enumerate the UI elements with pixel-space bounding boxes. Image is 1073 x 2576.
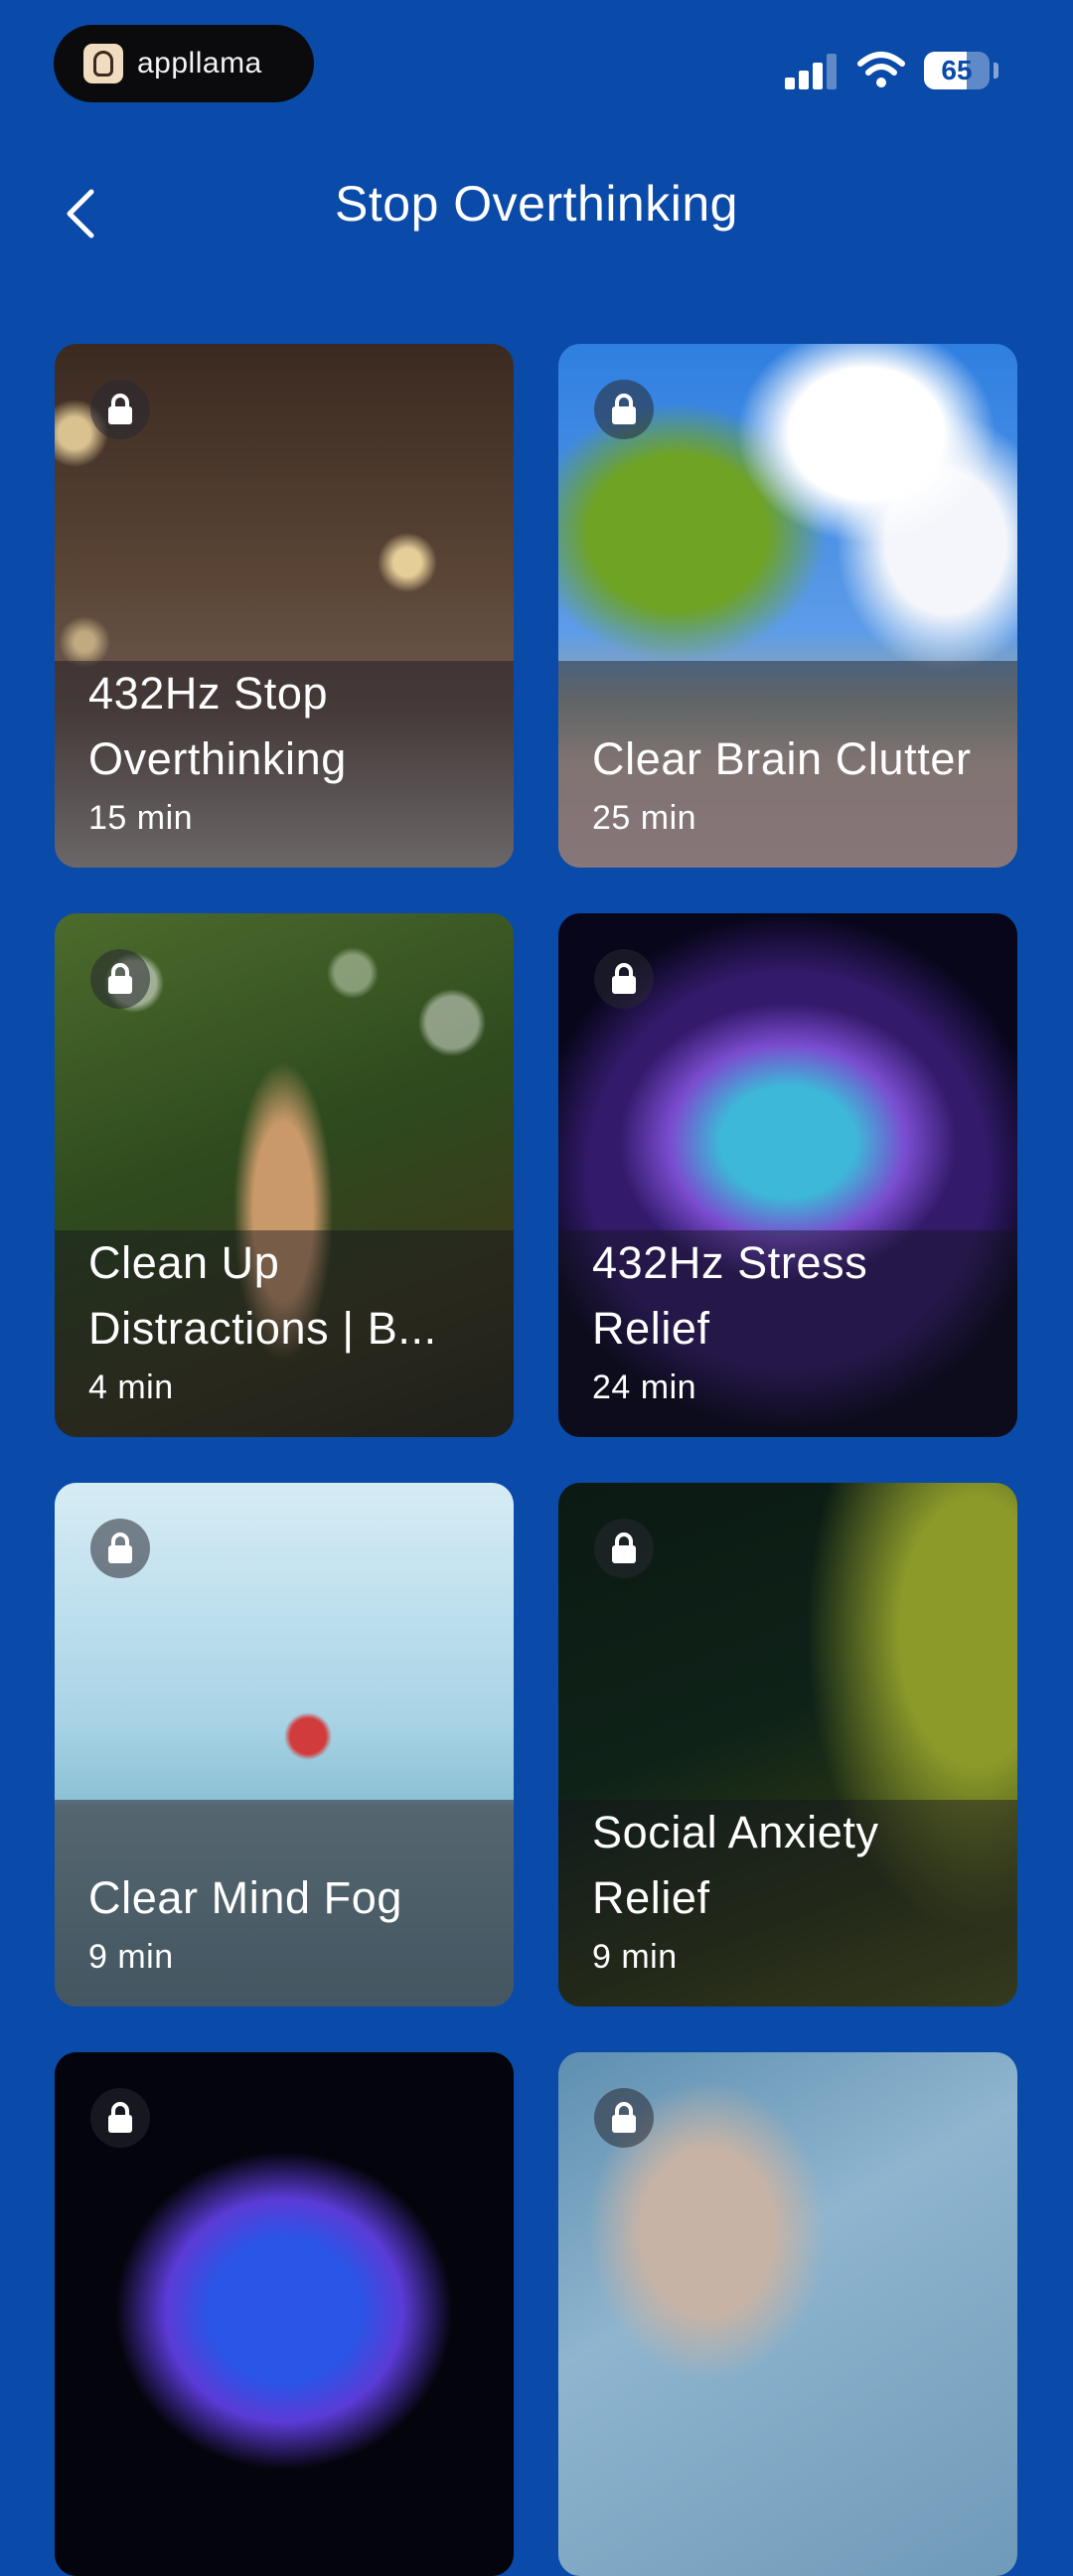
- card-title: Clear Mind Fog: [88, 1872, 403, 1923]
- card-duration: 9 min: [592, 1938, 678, 1976]
- meditation-card[interactable]: Social Anxiety Relief 9 min: [558, 1483, 1017, 2007]
- battery-cap: [994, 63, 998, 79]
- lock-icon: [594, 949, 654, 1009]
- wifi-icon: [857, 52, 905, 87]
- card-title: Social Anxiety Relief: [592, 1807, 879, 1923]
- lock-icon: [90, 2088, 150, 2148]
- meditation-card[interactable]: [55, 2052, 514, 2576]
- brand-name: appllama: [137, 47, 262, 80]
- card-duration: 4 min: [88, 1368, 174, 1406]
- card-title: Clean Up Distractions | B...: [88, 1237, 437, 1354]
- llama-logo-icon: [83, 44, 123, 83]
- lock-icon: [594, 1519, 654, 1578]
- card-title: Clear Brain Clutter: [592, 733, 972, 784]
- lock-icon: [594, 380, 654, 439]
- meditation-card[interactable]: Clean Up Distractions | B... 4 min: [55, 913, 514, 1437]
- lock-icon: [594, 2088, 654, 2148]
- meditation-card[interactable]: Clear Brain Clutter 25 min: [558, 344, 1017, 868]
- card-title: 432Hz Stop Overthinking: [88, 668, 347, 784]
- lock-icon: [90, 949, 150, 1009]
- meditation-card[interactable]: 432Hz Stop Overthinking 15 min: [55, 344, 514, 868]
- page-title: Stop Overthinking: [335, 176, 738, 232]
- brand-pill: appllama: [54, 25, 314, 102]
- lock-icon: [90, 1519, 150, 1578]
- card-duration: 15 min: [88, 799, 194, 837]
- card-duration: 24 min: [592, 1368, 697, 1406]
- signal-icon: [785, 52, 839, 89]
- status-bar: appllama 65: [0, 0, 1073, 109]
- card-duration: 25 min: [592, 799, 697, 837]
- meditation-card[interactable]: Clear Mind Fog 9 min: [55, 1483, 514, 2007]
- card-duration: 9 min: [88, 1938, 174, 1976]
- card-title: 432Hz Stress Relief: [592, 1237, 868, 1354]
- lock-icon: [90, 380, 150, 439]
- meditation-card[interactable]: 432Hz Stress Relief 24 min: [558, 913, 1017, 1437]
- meditation-card[interactable]: [558, 2052, 1017, 2576]
- battery-icon: 65: [924, 52, 990, 89]
- battery-percentage: 65: [941, 55, 973, 85]
